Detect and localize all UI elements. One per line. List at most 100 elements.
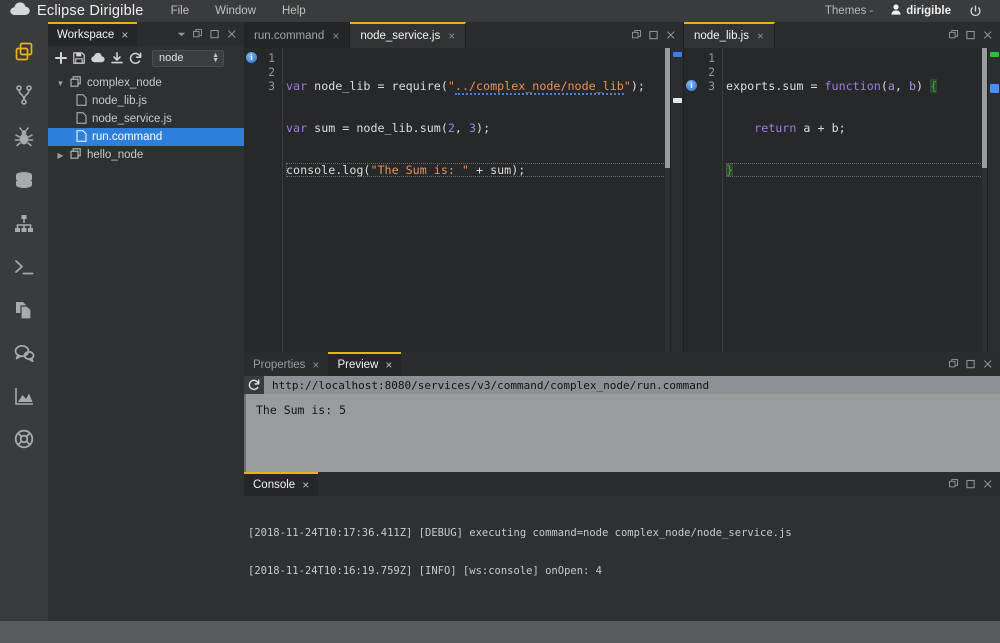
editor-tab-node_service-js[interactable]: node_service.js × <box>350 22 467 48</box>
tree-item-run-command[interactable]: run.command <box>48 128 244 146</box>
close-icon[interactable] <box>227 29 237 39</box>
close-icon[interactable]: × <box>757 29 764 43</box>
console-tabbar: Console × <box>244 472 1000 496</box>
restore-icon[interactable] <box>949 30 959 40</box>
line-number: 3 <box>268 79 275 93</box>
menu-file[interactable]: File <box>158 0 203 22</box>
editor-left-code[interactable]: var node_lib = require("../complex_node/… <box>282 48 670 352</box>
close-icon[interactable]: × <box>332 29 339 43</box>
close-icon[interactable]: × <box>312 359 319 371</box>
info-icon[interactable]: i <box>246 52 257 63</box>
restore-icon[interactable] <box>193 29 203 39</box>
close-icon[interactable]: × <box>448 29 455 43</box>
info-icon[interactable]: i <box>686 80 697 91</box>
rail-item-chat-icon[interactable] <box>0 331 48 374</box>
close-icon[interactable] <box>983 30 993 40</box>
stepper-arrows-icon: ▲ ▼ <box>212 52 219 64</box>
cloud-upload-icon[interactable] <box>91 52 105 64</box>
rail-item-git-branch-icon[interactable] <box>0 73 48 116</box>
preview-url-text[interactable]: http://localhost:8080/services/v3/comman… <box>264 379 709 392</box>
tab-preview[interactable]: Preview × <box>328 352 402 376</box>
download-icon[interactable] <box>111 52 123 64</box>
line-number: 3 <box>708 79 715 93</box>
preview-url-bar[interactable]: http://localhost:8080/services/v3/comman… <box>244 376 1000 394</box>
chevron-down-icon[interactable]: ▼ <box>56 79 65 88</box>
chevron-down-icon: - <box>869 5 874 17</box>
rail-item-chart-icon[interactable] <box>0 374 48 417</box>
tab-properties[interactable]: Properties × <box>244 352 329 376</box>
close-icon[interactable]: × <box>121 29 128 41</box>
tree-item-label: hello_node <box>87 149 144 161</box>
tab-properties-label: Properties <box>253 359 306 371</box>
tree-item-complex_node[interactable]: ▼ complex_node <box>48 74 244 92</box>
user-menu[interactable]: dirigible <box>883 4 959 18</box>
refresh-icon[interactable] <box>129 52 142 65</box>
editor-tab-run-command[interactable]: run.command × <box>244 22 351 48</box>
menu-window[interactable]: Window <box>202 0 269 22</box>
menu-help[interactable]: Help <box>269 0 319 22</box>
editor-right-gutter: 1 2 i3 <box>684 48 722 352</box>
refresh-icon[interactable] <box>244 376 264 394</box>
rail-item-lifebuoy-icon[interactable] <box>0 417 48 460</box>
rail-item-sitemap-icon[interactable] <box>0 202 48 245</box>
tree-item-label: node_lib.js <box>92 95 147 107</box>
close-icon[interactable] <box>983 359 993 369</box>
explorer-toolbar: node ▲ ▼ <box>48 46 244 70</box>
editor-left-overview-ruler[interactable] <box>670 48 683 352</box>
workspace-explorer-panel: Workspace × node ▲ ▼ ▼ complex_node node_… <box>48 22 244 621</box>
close-icon[interactable]: × <box>385 359 392 371</box>
editor-tab-label: node_lib.js <box>694 30 749 42</box>
gutter-line: i1 <box>244 51 282 65</box>
tab-console[interactable]: Console × <box>244 472 319 496</box>
editor-right-code[interactable]: exports.sum = function(a, b) { return a … <box>722 48 987 352</box>
restore-icon[interactable] <box>949 359 959 369</box>
editor-right-overview-ruler[interactable] <box>987 48 1000 352</box>
close-icon[interactable] <box>983 479 993 489</box>
close-icon[interactable]: × <box>302 479 309 491</box>
save-icon[interactable] <box>73 52 85 64</box>
line-number: 2 <box>268 65 275 79</box>
rail-item-documents-icon[interactable] <box>0 288 48 331</box>
tree-item-hello_node[interactable]: ▶ hello_node <box>48 146 244 164</box>
maximize-icon[interactable] <box>649 30 659 40</box>
maximize-icon[interactable] <box>210 29 220 39</box>
rail-item-terminal-icon[interactable] <box>0 245 48 288</box>
preview-content: The Sum is: 5 <box>244 394 1000 472</box>
activity-rail <box>0 22 48 643</box>
restore-icon[interactable] <box>949 479 959 489</box>
editor-pane-right: node_lib.js × 1 2 i3 exports.sum = funct… <box>684 22 1000 352</box>
maximize-icon[interactable] <box>966 359 976 369</box>
tab-workspace[interactable]: Workspace × <box>48 22 138 46</box>
app-title: Eclipse Dirigible <box>37 3 144 19</box>
chevron-right-icon[interactable]: ▶ <box>56 151 65 160</box>
status-bar <box>0 621 1000 643</box>
workspace-select[interactable]: node ▲ ▼ <box>152 49 224 67</box>
chevron-down-icon[interactable] <box>177 30 186 39</box>
rail-item-workspace-icon[interactable] <box>0 30 48 73</box>
editor-right-controls <box>942 22 1000 48</box>
code-line: exports.sum = function(a, b) { <box>726 79 938 93</box>
tree-item-label: node_service.js <box>92 113 172 125</box>
themes-menu[interactable]: Themes - <box>817 5 881 17</box>
editor-right-code-area[interactable]: 1 2 i3 exports.sum = function(a, b) { re… <box>684 48 1000 352</box>
rail-item-bug-icon[interactable] <box>0 116 48 159</box>
file-icon <box>76 93 87 109</box>
restore-icon[interactable] <box>632 30 642 40</box>
maximize-icon[interactable] <box>966 30 976 40</box>
code-line: } <box>726 163 987 177</box>
preview-tabbar: Properties × Preview × <box>244 352 1000 376</box>
editor-left-code-area[interactable]: i1 2 3 var node_lib = require("../comple… <box>244 48 683 352</box>
tree-item-node_service-js[interactable]: node_service.js <box>48 110 244 128</box>
gutter-line: 3 <box>244 79 282 93</box>
plus-icon[interactable] <box>55 52 67 64</box>
power-icon[interactable] <box>961 4 990 18</box>
maximize-icon[interactable] <box>966 479 976 489</box>
ruler-marker <box>990 84 999 93</box>
close-icon[interactable] <box>666 30 676 40</box>
code-line: console.log("The Sum is: " + sum); <box>286 163 670 177</box>
rail-item-database-icon[interactable] <box>0 159 48 202</box>
editor-tab-node_lib-js[interactable]: node_lib.js × <box>684 22 775 48</box>
tree-item-node_lib-js[interactable]: node_lib.js <box>48 92 244 110</box>
project-icon <box>70 147 82 163</box>
tree-item-label: complex_node <box>87 77 162 89</box>
